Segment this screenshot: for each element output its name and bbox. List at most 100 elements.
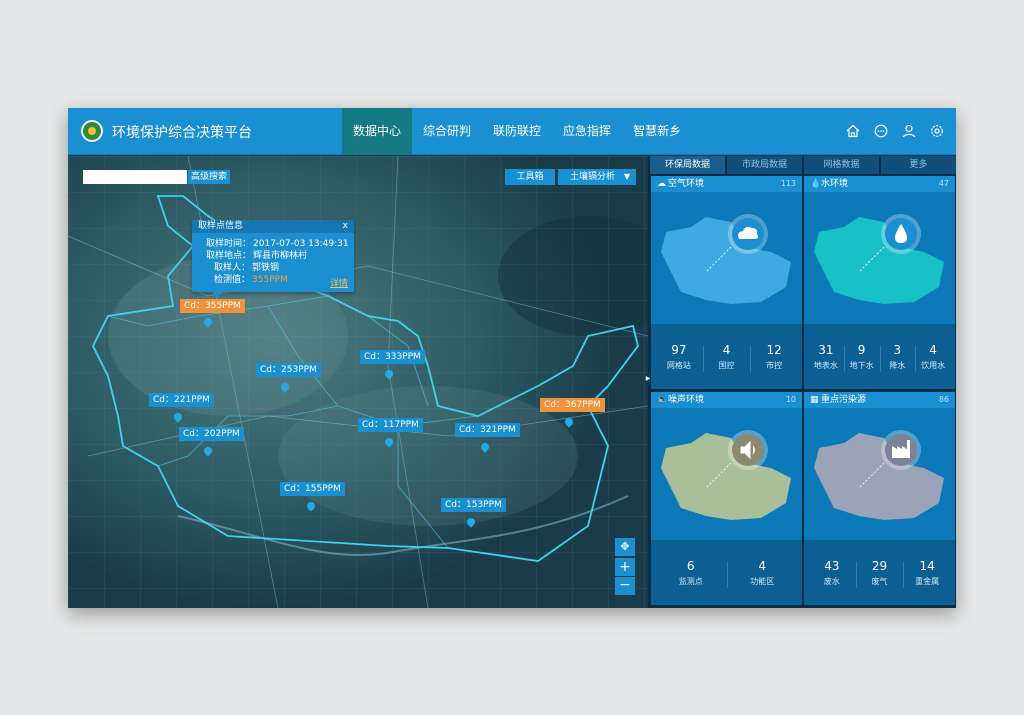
marker-label[interactable]: Cd：153PPM	[441, 498, 506, 512]
popup-title: 取样点信息	[192, 220, 354, 233]
user-icon[interactable]	[902, 124, 916, 138]
stat-item: 3 降水	[879, 342, 916, 372]
card-noise[interactable]: 🔈噪声环境 10 6 监测点 4 功能区	[651, 392, 802, 605]
card-header: ▦ 重点污染源 86	[804, 392, 955, 408]
pan-icon[interactable]: ✥	[615, 538, 635, 556]
card-count: 10	[785, 395, 796, 404]
stat-item: 43 废水	[808, 558, 856, 588]
stat-value: 4	[722, 342, 731, 357]
stat-value: 12	[766, 342, 782, 357]
marker-label[interactable]: Cd：155PPM	[280, 482, 345, 496]
app-title: 环境保护综合决策平台	[112, 125, 252, 141]
nav-item-joint-control[interactable]: 联防联控	[482, 108, 552, 155]
stat-item: 12 市控	[750, 342, 798, 372]
search-input[interactable]	[83, 170, 187, 184]
nav-item-emergency[interactable]: 应急指挥	[552, 108, 622, 155]
card-stats: 97 网格站 4 国控 12 市控	[651, 324, 802, 389]
stat-value: 29	[871, 558, 888, 573]
zoom-in-button[interactable]: +	[615, 558, 635, 576]
popup-pointer	[212, 292, 222, 298]
satellite-map[interactable]: 高级搜索 工具箱 土壤镉分析 ▼ 取样点信息 x 取样时间： 2017-07-03…	[68, 156, 648, 608]
stat-value: 9	[857, 342, 866, 357]
logo-icon	[81, 120, 103, 142]
marker-label[interactable]: Cd：321PPM	[455, 423, 520, 437]
card-count: 113	[780, 179, 796, 188]
card-count: 86	[938, 395, 949, 404]
marker-label[interactable]: Cd：221PPM	[149, 393, 214, 407]
stat-value: 4	[758, 558, 767, 573]
card-water[interactable]: 💧水环境 47 31 地表水 9 地下水 3 降水 4 饮用水	[804, 176, 955, 389]
soil-analysis-dropdown[interactable]: 土壤镉分析 ▼	[558, 169, 636, 185]
card-pollution-sources[interactable]: ▦ 重点污染源 86 43 废水 29 废气 14 重金属	[804, 392, 955, 605]
app-window: 环境保护综合决策平台 数据中心 综合研判 联防联控 应急指挥 智慧新乡 高级搜索…	[68, 108, 956, 608]
card-title: 水环境	[821, 179, 849, 189]
card-region-map	[804, 192, 955, 324]
stat-value: 43	[824, 558, 840, 573]
marker-label[interactable]: Cd：367PPM	[540, 398, 605, 412]
home-icon[interactable]	[846, 124, 860, 138]
stat-item: 97 网格站	[655, 342, 703, 372]
top-bar: 环境保护综合决策平台 数据中心 综合研判 联防联控 应急指挥 智慧新乡	[68, 108, 956, 155]
stat-label: 废水	[823, 576, 840, 586]
map-zoom-controls: ✥ + −	[615, 538, 635, 596]
stat-label: 国控	[718, 360, 735, 370]
popup-detail-link[interactable]: 详情	[330, 276, 348, 289]
factory-icon: ▦	[810, 395, 819, 405]
stat-item: 31 地表水	[808, 342, 844, 372]
card-region-map	[804, 408, 955, 540]
marker-label[interactable]: Cd：117PPM	[358, 418, 423, 432]
stat-label: 饮用水	[921, 360, 946, 370]
stat-label: 监测点	[678, 576, 703, 586]
nav-item-data-center[interactable]: 数据中心	[342, 108, 413, 155]
tab-grid-data[interactable]: 网格数据	[804, 156, 879, 174]
card-air[interactable]: ☁ 空气环境 113 97 网格站 4 国控 12 市控	[651, 176, 802, 389]
card-stats: 43 废水 29 废气 14 重金属	[804, 540, 955, 605]
card-region-map	[651, 408, 802, 540]
stat-label: 废气	[871, 576, 888, 586]
nav-item-smart-city[interactable]: 智慧新乡	[622, 108, 692, 155]
nav-item-analysis[interactable]: 综合研判	[412, 108, 482, 155]
panel-tabs: 环保局数据 市政局数据 网格数据 更多	[650, 156, 956, 174]
stat-item: 29 废气	[855, 558, 904, 588]
stat-value: 14	[919, 558, 935, 573]
stat-label: 市控	[766, 360, 783, 370]
stat-label: 地下水	[849, 360, 874, 370]
stat-item: 6 监测点	[655, 558, 727, 588]
stat-label: 降水	[889, 360, 906, 370]
stat-item: 14 重金属	[903, 558, 951, 588]
zoom-out-button[interactable]: −	[615, 577, 635, 595]
map-background	[68, 156, 648, 608]
soil-analysis-label: 土壤镉分析	[570, 172, 616, 182]
stat-label: 重金属	[915, 576, 940, 586]
stat-item: 4 国控	[702, 342, 751, 372]
sample-info-popup: 取样点信息 x 取样时间： 2017-07-03 13:49:31 取样地点： 辉县…	[192, 220, 354, 298]
stat-label: 功能区	[750, 576, 775, 586]
marker-label[interactable]: Cd：333PPM	[360, 350, 425, 364]
tab-more[interactable]: 更多	[881, 156, 956, 174]
marker-label[interactable]: Cd：253PPM	[256, 363, 321, 377]
card-region-map	[651, 192, 802, 324]
card-title: 噪声环境	[668, 395, 705, 405]
settings-icon[interactable]	[930, 124, 944, 138]
stat-label: 网格站	[666, 360, 691, 370]
marker-label[interactable]: Cd：202PPM	[179, 427, 244, 441]
popup-row-value-reading: 检测值： 355PPM	[214, 272, 288, 285]
tab-epb-data[interactable]: 环保局数据	[650, 156, 725, 174]
marker-label[interactable]: Cd：355PPM	[180, 299, 245, 313]
close-icon[interactable]: x	[343, 220, 348, 233]
data-panel: 环保局数据 市政局数据 网格数据 更多 ☁ 空气环境 113 97 网格站 4 …	[650, 156, 956, 608]
card-header: 🔈噪声环境 10	[651, 392, 802, 408]
stat-value: 97	[671, 342, 687, 357]
tab-municipal-data[interactable]: 市政局数据	[727, 156, 802, 174]
main-nav: 数据中心 综合研判 联防联控 应急指挥 智慧新乡	[342, 108, 692, 155]
stat-label: 地表水	[813, 360, 838, 370]
card-title: 空气环境	[668, 179, 705, 189]
card-stats: 31 地表水 9 地下水 3 降水 4 饮用水	[804, 324, 955, 389]
toolbox-button[interactable]: 工具箱	[505, 169, 555, 185]
stat-item: 9 地下水	[843, 342, 880, 372]
cloud-icon: ☁	[657, 179, 666, 189]
message-icon[interactable]	[874, 124, 888, 138]
water-drop-icon: 💧	[810, 179, 822, 189]
stat-item: 4 饮用水	[915, 342, 951, 372]
advanced-search-button[interactable]: 高级搜索	[188, 170, 231, 184]
